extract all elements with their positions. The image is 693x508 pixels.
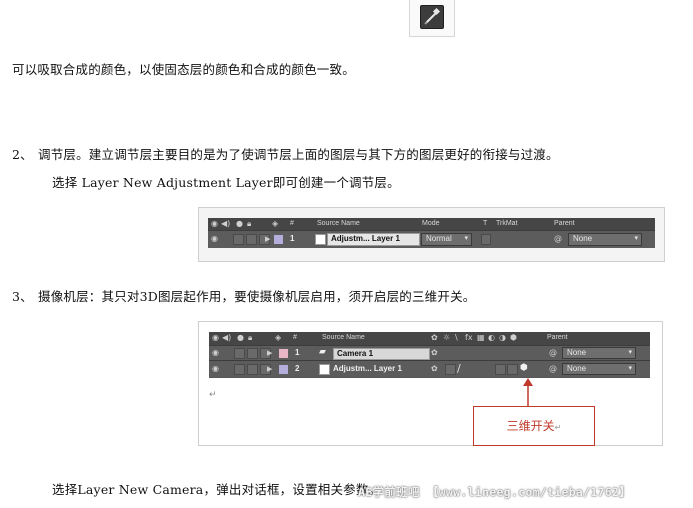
collapse-icon[interactable]: ☼: [443, 333, 450, 343]
parent-dropdown[interactable]: None ▾: [568, 233, 642, 246]
callout-3d-switch: 三维开关↵: [473, 406, 595, 446]
parent-spiral-icon[interactable]: @: [549, 348, 557, 358]
camera-icon: ▰: [319, 347, 326, 357]
timeline-header: ◉ ◀) ● 🔒︎ ◈ # Source Name Mode T TrkMat …: [208, 218, 655, 230]
lock-icon[interactable]: 🔒︎: [248, 333, 252, 343]
column-header-parent[interactable]: Parent: [547, 334, 568, 341]
motion-blur-icon[interactable]: ◐: [488, 333, 495, 343]
solo-toggle[interactable]: [247, 364, 258, 375]
3d-switch-icon[interactable]: ⬢: [510, 333, 517, 343]
shy-switch-icon[interactable]: ✿: [431, 348, 438, 357]
layer-solid-icon: [315, 234, 326, 245]
timeline-header: ◉ ◀) ● 🔒︎ ◈ # Source Name ✿ ☼ \ fx ▦ ◐ ◑…: [209, 332, 650, 345]
eye-icon[interactable]: ◉: [211, 234, 218, 243]
chevron-down-icon: ▾: [628, 349, 632, 356]
layer-name[interactable]: Camera 1: [333, 348, 430, 360]
parent-dropdown[interactable]: None ▾: [562, 363, 636, 375]
expand-triangle-icon[interactable]: ▶: [267, 348, 272, 358]
adjustment-icon[interactable]: ◑: [499, 333, 506, 343]
collapse-toggle[interactable]: [445, 364, 456, 375]
chevron-down-icon: ▾: [628, 365, 632, 372]
frame-blend-icon[interactable]: ▦: [477, 333, 485, 343]
paragraph-adjustment-instruction: 选择 Layer New Adjustment Layer即可创建一个调节层。: [52, 175, 400, 190]
mode-dropdown[interactable]: Normal ▾: [421, 233, 472, 246]
eyedropper-frame: [409, 0, 455, 37]
eye-icon[interactable]: ◉: [212, 348, 219, 357]
shy-switch-icon[interactable]: ✿: [431, 364, 438, 373]
audio-toggle[interactable]: [234, 364, 245, 375]
expand-triangle-icon[interactable]: ▶: [265, 234, 270, 244]
column-header-source-name[interactable]: Source Name: [317, 220, 360, 227]
parent-dropdown[interactable]: None ▾: [562, 347, 636, 359]
layer-number: 1: [295, 348, 300, 357]
timeline-panel-adjustment: ◉ ◀) ● 🔒︎ ◈ # Source Name Mode T TrkMat …: [208, 218, 655, 248]
layer-number: 2: [295, 364, 300, 373]
column-header-t[interactable]: T: [483, 220, 487, 227]
solo-toggle[interactable]: [247, 348, 258, 359]
eye-icon[interactable]: ◉: [211, 219, 218, 229]
quality-icon[interactable]: \: [455, 333, 458, 343]
label-tag-icon[interactable]: ◈: [272, 219, 278, 229]
quality-icon[interactable]: /: [457, 362, 461, 375]
parent-spiral-icon[interactable]: @: [549, 364, 557, 374]
layer-row[interactable]: ◉ ▶ 1 ▰ Camera 1 ✿ @ None ▾: [209, 345, 650, 361]
label-color-chip[interactable]: [279, 349, 288, 358]
parent-spiral-icon[interactable]: @: [554, 234, 562, 244]
paragraph-camera-instruction: 选择Layer New Camera，弹出对话框，设置相关参数。: [52, 482, 382, 497]
adjustment-toggle[interactable]: [507, 364, 518, 375]
column-header-source-name[interactable]: Source Name: [322, 334, 365, 341]
watermark: AE学前班吧 【www.lineeg.com/tieba/1762】: [358, 485, 632, 499]
paragraph-solid-color: 可以吸取合成的颜色，以使固态层的颜色和合成的颜色一致。: [12, 62, 355, 77]
column-header-number: #: [293, 334, 297, 341]
layer-row[interactable]: ◉ ▶ 2 Adjustm... Layer 1 ✿ / ⬢ @ None ▾: [209, 360, 650, 377]
label-color-chip[interactable]: [274, 235, 283, 244]
callout-text: 三维开关: [506, 419, 555, 433]
screenshot-frame-camera: ◉ ◀) ● 🔒︎ ◈ # Source Name ✿ ☼ \ fx ▦ ◐ ◑…: [198, 321, 663, 446]
layer-number: 1: [290, 234, 295, 243]
return-mark: ↵: [554, 423, 562, 432]
list-number-2: 2、: [12, 147, 33, 162]
solo-icon[interactable]: ●: [236, 219, 243, 229]
arrow-up-icon: [523, 378, 533, 408]
eye-icon[interactable]: ◉: [212, 333, 219, 343]
eye-icon[interactable]: ◉: [212, 364, 219, 373]
chevron-down-icon: ▾: [634, 235, 638, 242]
column-header-mode[interactable]: Mode: [422, 220, 440, 227]
audio-toggle[interactable]: [233, 234, 244, 245]
mode-value: Normal: [426, 234, 452, 243]
shy-icon[interactable]: ✿: [431, 333, 438, 343]
parent-value: None: [567, 348, 587, 357]
layer-name[interactable]: Adjustm... Layer 1: [327, 233, 420, 246]
column-header-trkmat[interactable]: TrkMat: [496, 220, 518, 227]
chevron-down-icon: ▾: [464, 235, 468, 242]
paragraph-camera-layer: 摄像机层：其只对3D图层起作用，要使摄像机层启用，须开启层的三维开关。: [38, 289, 476, 304]
lock-icon[interactable]: 🔒︎: [247, 219, 251, 229]
motion-blur-toggle[interactable]: [495, 364, 506, 375]
eyedropper-icon[interactable]: [420, 5, 444, 29]
list-number-3: 3、: [12, 289, 33, 304]
audio-icon[interactable]: ◀): [222, 333, 231, 343]
audio-toggle[interactable]: [234, 348, 245, 359]
layer-row[interactable]: ◉ ▶ 1 Adjustm... Layer 1 Normal ▾ @ None ▾: [208, 230, 655, 248]
layer-solid-icon: [319, 364, 330, 375]
parent-value: None: [567, 364, 587, 373]
timeline-panel-camera: ◉ ◀) ● 🔒︎ ◈ # Source Name ✿ ☼ \ fx ▦ ◐ ◑…: [209, 332, 650, 378]
return-mark: ↵: [209, 390, 217, 400]
column-header-number: #: [290, 220, 294, 227]
label-tag-icon[interactable]: ◈: [275, 333, 281, 343]
column-header-parent[interactable]: Parent: [554, 220, 575, 227]
solo-toggle[interactable]: [246, 234, 257, 245]
expand-triangle-icon[interactable]: ▶: [267, 364, 272, 374]
solo-icon[interactable]: ●: [237, 333, 244, 343]
paragraph-adjustment-layer: 调节层。建立调节层主要目的是为了使调节层上面的图层与其下方的图层更好的衔接与过渡…: [38, 147, 559, 162]
3d-switch-icon[interactable]: ⬢: [520, 363, 528, 373]
label-color-chip[interactable]: [279, 365, 288, 374]
effect-icon[interactable]: fx: [465, 333, 473, 343]
audio-icon[interactable]: ◀): [221, 219, 230, 229]
preserve-transparency-checkbox[interactable]: [481, 234, 491, 245]
parent-value: None: [573, 234, 593, 243]
layer-name[interactable]: Adjustm... Layer 1: [333, 364, 402, 373]
screenshot-frame-adjustment: ◉ ◀) ● 🔒︎ ◈ # Source Name Mode T TrkMat …: [198, 207, 665, 262]
